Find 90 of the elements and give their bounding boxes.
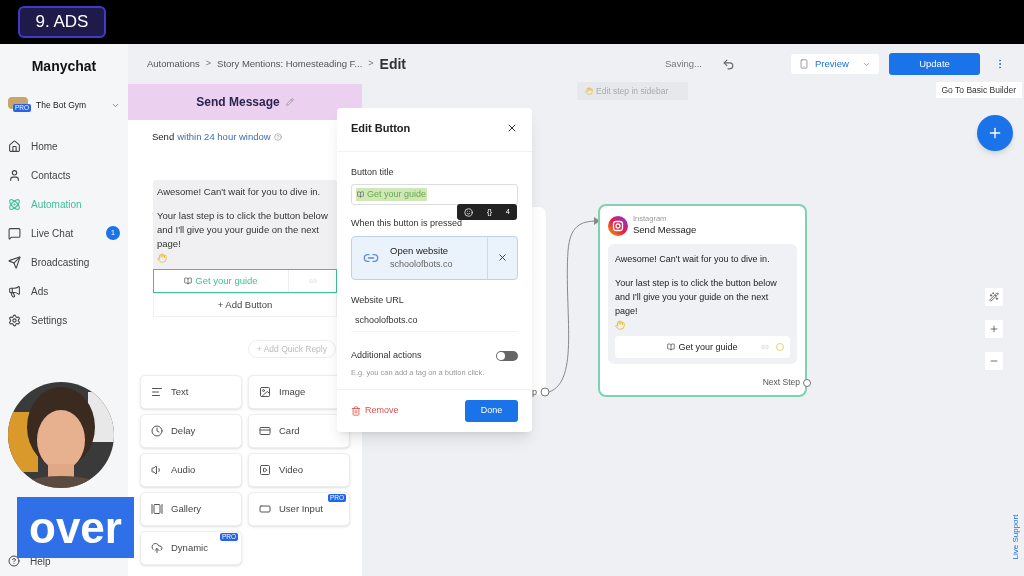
message-text: Awesome! Can't wait for you to dive in.	[615, 253, 771, 267]
logo: Manychat	[30, 57, 98, 76]
emoji-icon[interactable]	[463, 207, 473, 217]
nav-item[interactable]: Contacts	[8, 166, 120, 184]
block-option[interactable]: Text	[140, 375, 242, 410]
block-option[interactable]: Gallery	[140, 492, 242, 527]
person-icon	[8, 168, 21, 182]
text-lines-icon	[151, 386, 163, 399]
page-title: Edit	[379, 54, 406, 74]
add-button[interactable]: + Add Button	[153, 293, 337, 318]
pointing-hand-icon	[585, 87, 593, 95]
remove-action-icon[interactable]	[497, 252, 508, 263]
pointing-hand-icon	[615, 320, 625, 331]
video-icon	[259, 464, 271, 477]
add-step-button[interactable]	[977, 115, 1013, 151]
nav-item[interactable]: Ads	[8, 282, 120, 300]
done-button[interactable]: Done	[465, 400, 518, 422]
nav-item[interactable]: Settings	[8, 311, 120, 329]
output-port-icon[interactable]	[803, 378, 811, 387]
block-option[interactable]: Card	[248, 414, 350, 449]
window-link[interactable]: within 24 hour window	[177, 130, 271, 145]
update-button[interactable]: Update	[889, 53, 980, 75]
help-icon[interactable]	[273, 133, 282, 142]
node-message-button[interactable]: Get your guide	[615, 336, 790, 359]
message-card[interactable]: Awesome! Can't wait for you to dive in. Your last step is to click the button below and I'll give you your guide on the next page!	[153, 180, 337, 270]
account-name: The Bot Gym	[36, 98, 88, 112]
additional-actions-toggle[interactable]	[496, 350, 518, 361]
url-input-field[interactable]: schoolofbots.co	[351, 311, 518, 332]
remove-button[interactable]: Remove	[351, 404, 399, 418]
field-label: Button title	[351, 165, 395, 179]
image-icon	[259, 386, 271, 399]
block-option[interactable]: Video	[248, 453, 350, 488]
action-subtitle: schoolofbots.co	[390, 257, 454, 271]
link-icon	[760, 343, 770, 352]
send-label: Send	[152, 130, 175, 144]
gear-icon	[8, 313, 21, 327]
atom-icon	[8, 197, 21, 211]
instagram-icon	[608, 215, 628, 236]
preview-button[interactable]: Preview	[791, 54, 879, 74]
nav-item[interactable]: Broadcasting	[8, 253, 120, 271]
plus-icon	[989, 324, 999, 334]
pointing-hand-icon	[157, 253, 167, 264]
message-text: Your last step is to click the button below and I'll give you your guide on the next page!	[615, 277, 778, 319]
house-icon	[8, 139, 21, 153]
zoom-out-button[interactable]	[985, 352, 1003, 370]
clock-icon	[151, 425, 163, 438]
basic-builder-button[interactable]: Go To Basic Builder	[935, 82, 1022, 98]
card-icon	[259, 425, 271, 438]
chapter-label: 9. ADS	[18, 6, 106, 38]
magic-wand-icon	[989, 292, 999, 302]
panel-title: Send Message	[196, 94, 280, 111]
magic-wand-button[interactable]	[985, 288, 1003, 306]
account-avatar-icon	[8, 97, 28, 109]
breadcrumb-link[interactable]: Story Mentions: Homesteading F...	[217, 56, 363, 72]
input-box-icon	[259, 503, 271, 516]
cloud-upload-icon	[151, 542, 163, 555]
book-icon	[667, 343, 676, 352]
chat-bubble-icon	[8, 226, 21, 240]
next-step-label: p	[532, 386, 537, 399]
caption-text: over	[17, 497, 134, 558]
breadcrumb-link[interactable]: Automations	[147, 56, 200, 72]
live-support-tab[interactable]: Live Support	[1010, 514, 1022, 560]
node-title: Send Message	[633, 223, 697, 237]
breadcrumb-separator: >	[368, 57, 374, 71]
speaker-icon	[151, 464, 163, 477]
action-title: Open website	[390, 243, 450, 258]
nav-item[interactable]: Home	[8, 137, 120, 155]
block-option[interactable]: Audio	[140, 453, 242, 488]
field-label: When this button is pressed	[351, 217, 464, 230]
book-icon	[357, 191, 364, 198]
message-text: Your last step is to click the button below and I'll give you your guide on the next page!	[157, 209, 329, 252]
book-icon	[184, 277, 193, 286]
undo-icon[interactable]	[722, 57, 735, 71]
zoom-in-button[interactable]	[985, 320, 1003, 338]
save-status: Saving...	[665, 56, 702, 71]
next-step-label: Next Step	[762, 376, 800, 389]
paper-plane-icon	[8, 255, 21, 269]
phone-icon	[799, 59, 809, 69]
trash-icon	[351, 406, 361, 416]
help-icon	[8, 555, 20, 567]
plus-icon	[987, 125, 1003, 141]
breadcrumb-separator: >	[205, 57, 212, 71]
gallery-icon	[151, 503, 163, 516]
field-label: Website URL	[351, 293, 405, 307]
dialog-title: Edit Button	[351, 121, 411, 136]
block-option[interactable]: Delay	[140, 414, 242, 449]
action-card[interactable]: Open website schoolofbots.co	[351, 235, 518, 280]
field-label: Additional actions	[351, 349, 422, 362]
message-text: Awesome! Can't wait for you to dive in.	[157, 185, 322, 200]
megaphone-icon	[8, 284, 21, 298]
